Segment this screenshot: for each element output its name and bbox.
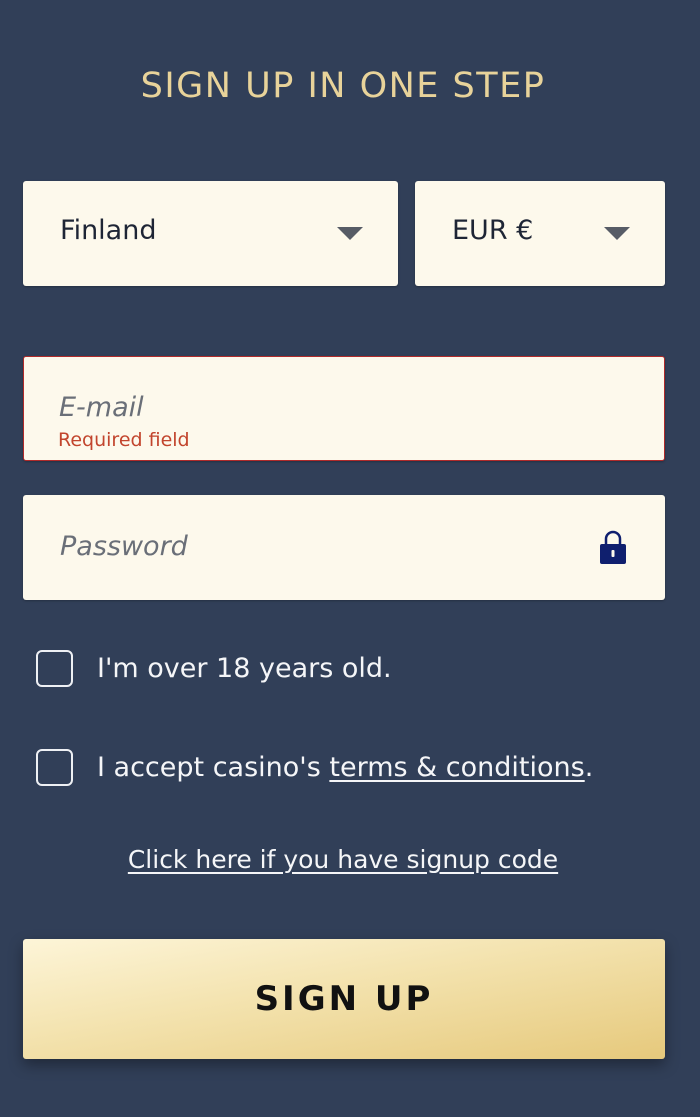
country-select-value: Finland [60,215,157,246]
signup-code-link[interactable]: Click here if you have signup code [0,845,686,874]
terms-link[interactable]: terms & conditions [329,752,584,783]
password-placeholder: Password [60,531,188,562]
terms-row: I accept casino's terms & conditions. [36,747,593,787]
age-confirmation-row: I'm over 18 years old. [36,648,392,688]
chevron-down-icon [337,227,363,240]
terms-label-prefix: I accept casino's [97,751,330,783]
age-checkbox[interactable] [36,649,73,687]
terms-checkbox-label: I accept casino's terms & conditions. [97,752,593,783]
email-error-message: Required field [58,429,190,451]
lock-icon[interactable] [599,529,627,565]
page-title: SIGN UP IN ONE STEP [140,66,546,106]
chevron-down-icon [604,227,630,240]
terms-label-suffix: . [584,751,594,783]
email-field[interactable]: E-mail Required field [23,356,665,461]
password-field[interactable]: Password [23,495,665,600]
currency-select[interactable]: EUR € [415,181,665,286]
email-placeholder: E-mail [59,392,144,423]
sign-up-button[interactable]: SIGN UP [23,939,665,1059]
terms-checkbox[interactable] [36,748,73,786]
country-select[interactable]: Finland [23,181,398,286]
currency-select-value: EUR € [452,215,534,246]
age-checkbox-label: I'm over 18 years old. [97,652,392,684]
